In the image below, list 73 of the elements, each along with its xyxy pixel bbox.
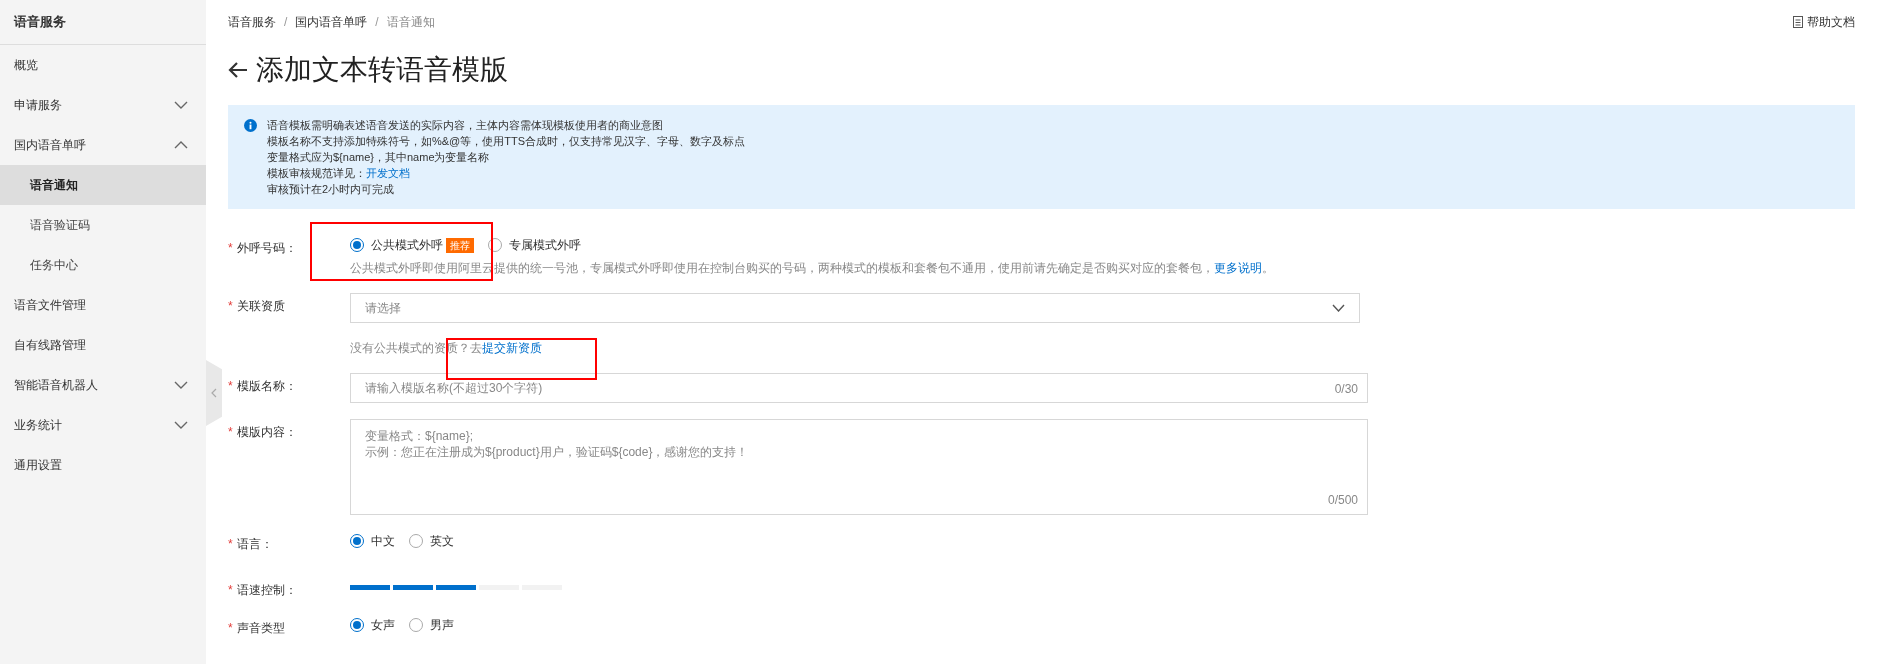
- help-link[interactable]: 更多说明: [1214, 261, 1262, 275]
- breadcrumb-link[interactable]: 国内语音单呼: [295, 13, 368, 31]
- notice-line: 变量格式应为${name}，其中name为变量名称: [267, 150, 491, 165]
- breadcrumb-separator: /: [284, 14, 288, 31]
- help-text: 没有公共模式的资质？去提交新资质: [350, 340, 543, 357]
- char-counter: 0/500: [1327, 492, 1358, 509]
- radio-option[interactable]: 公共模式外呼 推荐: [350, 236, 474, 254]
- speed-slider[interactable]: [350, 584, 562, 590]
- char-counter: 0/30: [1334, 381, 1358, 398]
- field-label: 模版名称：: [236, 378, 297, 395]
- chevron-down-icon: [174, 381, 188, 389]
- field-label: 语速控制：: [236, 582, 297, 599]
- help-docs-link[interactable]: 帮助文档: [1793, 13, 1855, 31]
- required-mark: *: [228, 298, 233, 315]
- notice-line: 语音模板需明确表述语音发送的实际内容，主体内容需体现模板使用者的商业意图: [267, 118, 664, 133]
- radio-label: 英文: [430, 533, 454, 550]
- sidebar-item[interactable]: 概览: [0, 45, 206, 85]
- sidebar-subitem[interactable]: 语音验证码: [0, 205, 206, 245]
- notice-line: 模板名称不支持添加特殊符号，如%&@等，使用TTS合成时，仅支持常见汉字、字母、数字及标点: [267, 134, 746, 149]
- breadcrumb-link[interactable]: 语音通知: [386, 13, 435, 31]
- sidebar-item[interactable]: 智能语音机器人: [0, 365, 206, 405]
- sidebar-subitem[interactable]: 任务中心: [0, 245, 206, 285]
- sidebar-item[interactable]: 申请服务: [0, 85, 206, 125]
- required-mark: *: [228, 620, 233, 637]
- doc-link[interactable]: 开发文档: [366, 167, 410, 179]
- select-field[interactable]: 请选择: [350, 293, 1360, 323]
- chevron-down-icon: [1332, 304, 1345, 312]
- radio-button[interactable]: [350, 618, 364, 632]
- sidebar-title: 语音服务: [14, 13, 66, 32]
- field-label: 关联资质: [236, 298, 285, 315]
- chevron-down-icon: [174, 101, 188, 109]
- field-label: 声音类型: [236, 620, 285, 637]
- field-label: 模版内容：: [236, 424, 297, 441]
- help-link[interactable]: 提交新资质: [482, 341, 542, 355]
- radio-button[interactable]: [350, 534, 364, 548]
- radio-button[interactable]: [409, 618, 423, 632]
- chevron-up-icon: [174, 141, 188, 149]
- radio-label: 中文: [371, 533, 395, 550]
- required-mark: *: [228, 582, 233, 599]
- select-placeholder: 请选择: [365, 300, 401, 317]
- notice-line: 审核预计在2小时内可完成: [267, 182, 396, 197]
- required-mark: *: [228, 378, 233, 395]
- sidebar-item[interactable]: 业务统计: [0, 405, 206, 445]
- radio-option[interactable]: 专属模式外呼: [488, 236, 581, 254]
- radio-button[interactable]: [409, 534, 423, 548]
- sidebar-item[interactable]: 语音文件管理: [0, 285, 206, 325]
- chevron-down-icon: [174, 421, 188, 429]
- back-arrow-icon[interactable]: [228, 62, 248, 78]
- sidebar-item[interactable]: 国内语音单呼: [0, 125, 206, 165]
- required-mark: *: [228, 536, 233, 553]
- required-mark: *: [228, 424, 233, 441]
- radio-option[interactable]: 女声: [350, 616, 395, 634]
- required-mark: *: [228, 240, 233, 257]
- page-title: 添加文本转语音模版: [256, 53, 508, 87]
- breadcrumb-separator: /: [375, 14, 379, 31]
- radio-label: 专属模式外呼: [509, 237, 581, 254]
- info-icon: [244, 119, 257, 132]
- field-label: 外呼号码：: [236, 240, 297, 257]
- radio-option[interactable]: 中文: [350, 532, 395, 550]
- sidebar-item[interactable]: 通用设置: [0, 445, 206, 485]
- radio-label: 男声: [430, 617, 454, 634]
- sidebar-subitem[interactable]: 语音通知: [0, 165, 206, 205]
- radio-option[interactable]: 英文: [409, 532, 454, 550]
- notice-line: 模板审核规范详见：开发文档: [267, 166, 411, 181]
- radio-button[interactable]: [350, 238, 364, 252]
- field-label: 语言：: [236, 536, 273, 553]
- radio-option[interactable]: 男声: [409, 616, 454, 634]
- sidebar-item[interactable]: 自有线路管理: [0, 325, 206, 365]
- recommend-badge: 推荐: [446, 237, 474, 253]
- document-icon: [1793, 16, 1803, 28]
- radio-label: 公共模式外呼: [371, 237, 443, 254]
- breadcrumb-link[interactable]: 语音服务: [228, 13, 276, 31]
- radio-label: 女声: [371, 617, 395, 634]
